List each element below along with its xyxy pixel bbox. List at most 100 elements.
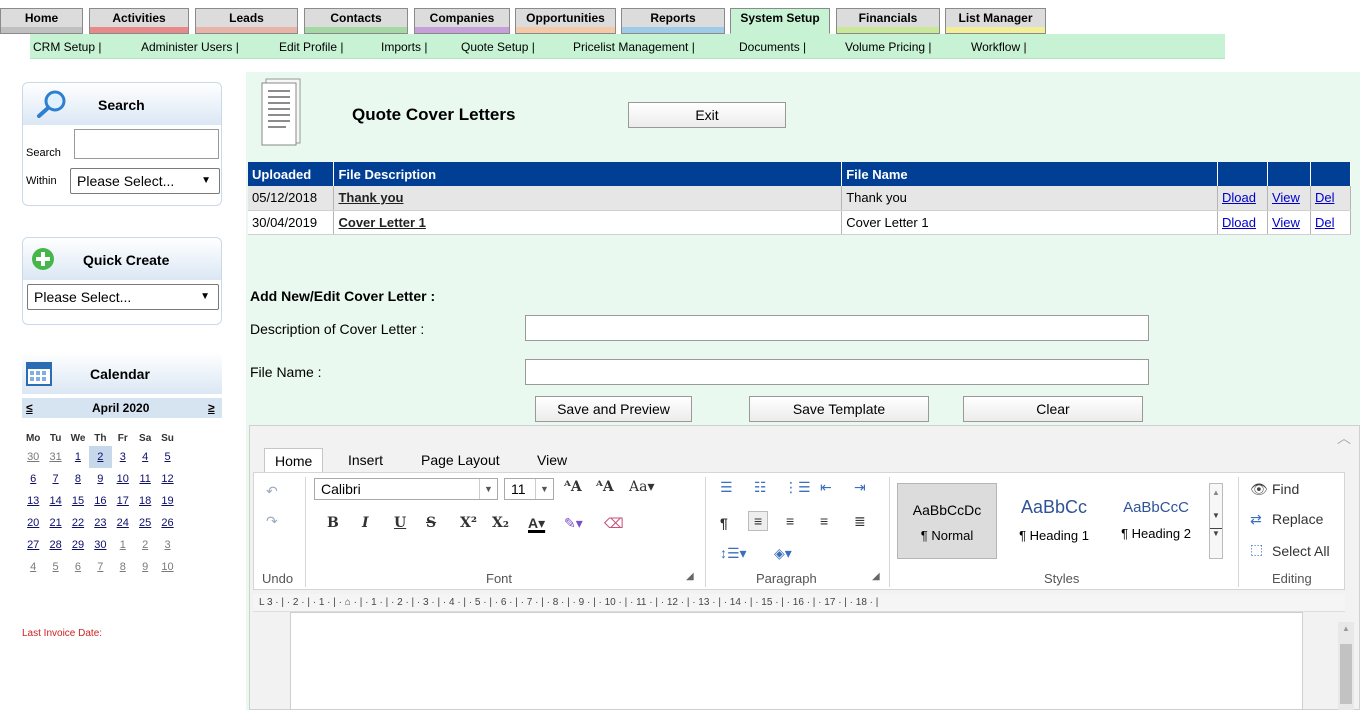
calendar-day[interactable]: 23 (89, 512, 111, 534)
replace-button[interactable]: Replace (1272, 511, 1323, 527)
tab-list-manager[interactable]: List Manager (945, 8, 1046, 34)
paragraph-dialog-launcher-icon[interactable]: ◢ (872, 571, 880, 582)
scroll-up-icon[interactable]: ▲ (1338, 624, 1354, 633)
calendar-day[interactable]: 8 (67, 468, 89, 490)
line-spacing-icon[interactable]: ↕☰▾ (720, 545, 747, 562)
description-input[interactable] (525, 315, 1149, 341)
font-color-icon[interactable]: A▾ (528, 515, 545, 532)
calendar-day[interactable]: 11 (134, 468, 156, 490)
superscript-icon[interactable]: X² (460, 515, 477, 531)
align-center-icon[interactable]: ≡ (786, 513, 794, 529)
calendar-day[interactable]: 9 (134, 556, 156, 578)
multilevel-list-icon[interactable]: ⋮☰ (784, 479, 811, 496)
cell-description-link[interactable]: Cover Letter 1 (333, 210, 843, 235)
subnav-crm-setup[interactable]: CRM Setup | (33, 40, 101, 54)
ribbon-tab-home[interactable]: Home (264, 448, 324, 472)
styles-more-icon[interactable]: ▼ (1210, 528, 1222, 538)
tab-companies[interactable]: Companies (414, 8, 510, 34)
save-template-button[interactable]: Save Template (749, 396, 929, 422)
change-case-icon[interactable]: Aa▾ (629, 479, 654, 495)
style-heading-1[interactable]: AaBbCc ¶ Heading 1 (1004, 483, 1104, 559)
styles-scroller[interactable]: ▲ ▼ ▼ (1209, 483, 1223, 559)
calendar-day[interactable]: 5 (156, 446, 178, 468)
document-page[interactable] (290, 612, 1303, 710)
calendar-day[interactable]: 30 (89, 534, 111, 556)
select-all-button[interactable]: Select All (1272, 543, 1330, 559)
collapse-ribbon-icon[interactable]: ︿ (1337, 428, 1351, 448)
calendar-day[interactable]: 13 (22, 490, 44, 512)
subnav-volume-pricing[interactable]: Volume Pricing | (845, 40, 932, 54)
numbered-list-icon[interactable]: ☷ (754, 479, 767, 496)
calendar-prev-button[interactable]: ≤ (26, 401, 33, 415)
bold-icon[interactable]: B (327, 515, 339, 531)
ruler[interactable]: L 3 · | · 2 · | · 1 · | · ⌂ · | · 1 · | … (253, 594, 1345, 612)
style-heading-2[interactable]: AaBbCcC ¶ Heading 2 (1106, 483, 1206, 559)
calendar-day[interactable]: 20 (22, 512, 44, 534)
calendar-day[interactable]: 7 (89, 556, 111, 578)
delete-link[interactable]: Del (1315, 190, 1335, 205)
italic-icon[interactable]: I (362, 515, 369, 531)
chevron-up-icon[interactable]: ▲ (1210, 488, 1222, 497)
subnav-imports[interactable]: Imports | (381, 40, 427, 54)
view-link[interactable]: View (1272, 215, 1300, 230)
filename-input[interactable] (525, 359, 1149, 385)
calendar-day[interactable]: 18 (134, 490, 156, 512)
calendar-day[interactable]: 16 (89, 490, 111, 512)
justify-icon[interactable]: ≣ (854, 513, 866, 530)
redo-icon[interactable]: ↷ (266, 513, 278, 530)
tab-reports[interactable]: Reports (621, 8, 725, 34)
calendar-day[interactable]: 15 (67, 490, 89, 512)
tab-opportunities[interactable]: Opportunities (515, 8, 616, 34)
subnav-workflow[interactable]: Workflow | (971, 40, 1027, 54)
highlight-icon[interactable]: ✎▾ (564, 515, 583, 532)
calendar-day[interactable]: 8 (112, 556, 134, 578)
quick-create-select[interactable]: Please Select... ▼ (27, 284, 219, 310)
increase-indent-icon[interactable]: ⇥ (854, 479, 866, 496)
tab-leads[interactable]: Leads (195, 8, 298, 34)
clear-formatting-icon[interactable]: ⌫ (604, 515, 624, 532)
underline-icon[interactable]: U (394, 515, 406, 531)
ribbon-tab-insert[interactable]: Insert (338, 448, 393, 472)
subnav-quote-setup[interactable]: Quote Setup | (461, 40, 535, 54)
calendar-day[interactable]: 4 (22, 556, 44, 578)
calendar-day[interactable]: 21 (44, 512, 66, 534)
calendar-day[interactable]: 6 (67, 556, 89, 578)
subnav-pricelist-management[interactable]: Pricelist Management | (573, 40, 695, 54)
subnav-documents[interactable]: Documents | (739, 40, 806, 54)
calendar-day[interactable]: 26 (156, 512, 178, 534)
exit-button[interactable]: Exit (628, 102, 786, 128)
calendar-day[interactable]: 10 (156, 556, 178, 578)
ribbon-tab-page-layout[interactable]: Page Layout (411, 448, 510, 472)
calendar-day[interactable]: 10 (112, 468, 134, 490)
vertical-scrollbar[interactable]: ▲ (1338, 622, 1354, 710)
calendar-day[interactable]: 2 (134, 534, 156, 556)
pilcrow-icon[interactable]: ¶ (720, 515, 728, 531)
bullet-list-icon[interactable]: ☰ (720, 479, 733, 496)
calendar-day[interactable]: 1 (112, 534, 134, 556)
calendar-day[interactable]: 31 (44, 446, 66, 468)
subnav-edit-profile[interactable]: Edit Profile | (279, 40, 343, 54)
calendar-day[interactable]: 12 (156, 468, 178, 490)
align-right-icon[interactable]: ≡ (820, 513, 828, 529)
find-button[interactable]: Find (1272, 481, 1299, 497)
search-within-select[interactable]: Please Select... ▼ (70, 168, 220, 194)
calendar-day[interactable]: 25 (134, 512, 156, 534)
calendar-day[interactable]: 3 (156, 534, 178, 556)
calendar-day[interactable]: 14 (44, 490, 66, 512)
calendar-day[interactable]: 29 (67, 534, 89, 556)
calendar-day[interactable]: 3 (112, 446, 134, 468)
clear-button[interactable]: Clear (963, 396, 1143, 422)
font-name-select[interactable]: Calibri ▼ (314, 478, 498, 500)
calendar-day[interactable]: 22 (67, 512, 89, 534)
style-normal[interactable]: AaBbCcDc ¶ Normal (897, 483, 997, 559)
tab-contacts[interactable]: Contacts (304, 8, 408, 34)
subnav-administer-users[interactable]: Administer Users | (141, 40, 239, 54)
calendar-day[interactable]: 5 (44, 556, 66, 578)
subscript-icon[interactable]: X₂ (492, 515, 509, 531)
calendar-day[interactable]: 19 (156, 490, 178, 512)
calendar-next-button[interactable]: ≥ (208, 401, 215, 415)
tab-home[interactable]: Home (0, 8, 83, 34)
calendar-day[interactable]: 30 (22, 446, 44, 468)
font-size-select[interactable]: 11 ▼ (504, 478, 554, 500)
save-and-preview-button[interactable]: Save and Preview (535, 396, 692, 422)
